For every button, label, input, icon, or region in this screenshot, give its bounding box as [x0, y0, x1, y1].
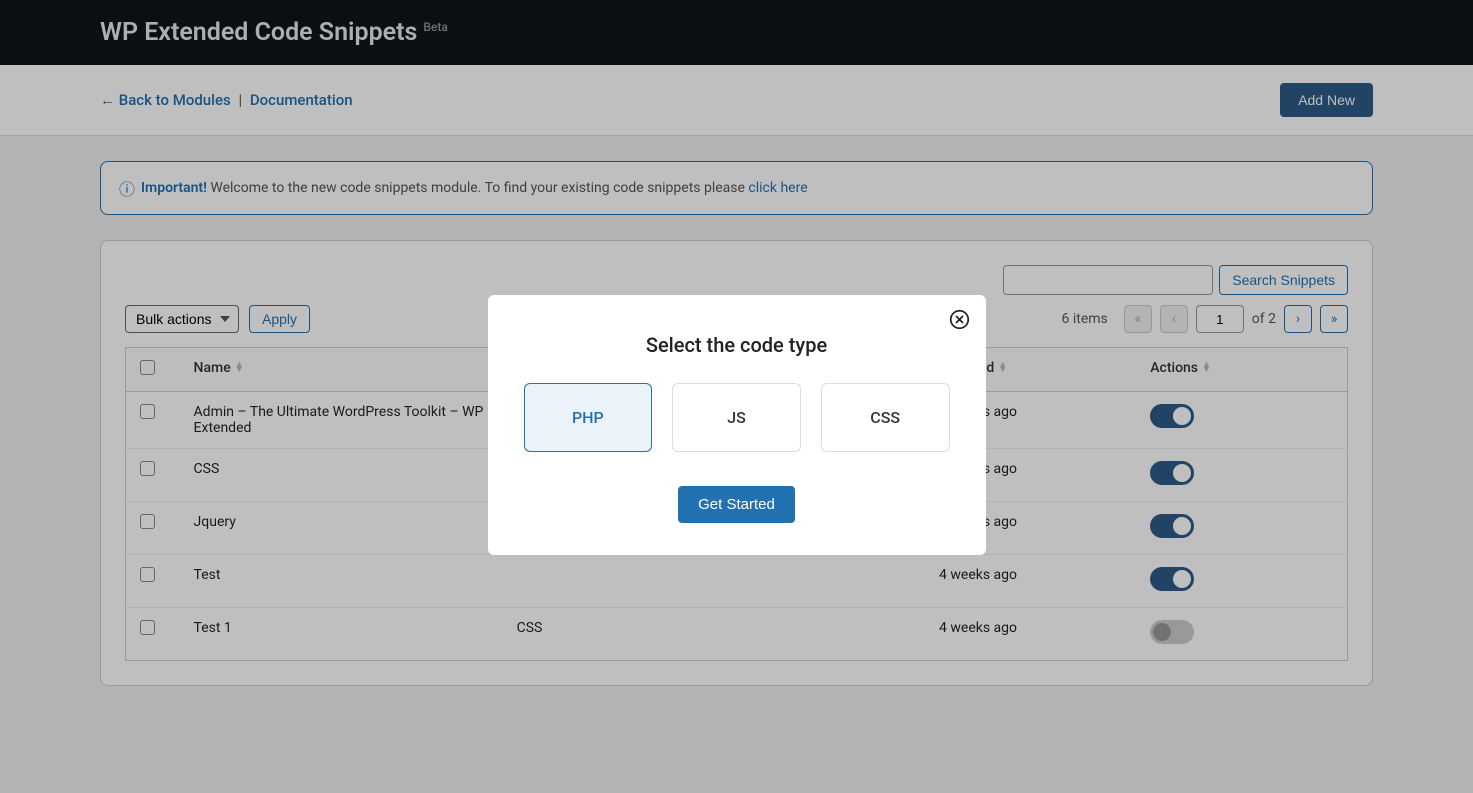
get-started-button[interactable]: Get Started: [678, 486, 795, 523]
code-type-modal: Select the code type PHP JS CSS Get Starte…: [488, 295, 986, 555]
code-type-css[interactable]: CSS: [821, 383, 950, 452]
modal-overlay[interactable]: Select the code type PHP JS CSS Get Starte…: [0, 0, 1473, 793]
modal-title: Select the code type: [508, 333, 966, 357]
close-icon[interactable]: [949, 309, 970, 334]
code-type-php[interactable]: PHP: [524, 383, 653, 452]
code-type-js[interactable]: JS: [672, 383, 801, 452]
